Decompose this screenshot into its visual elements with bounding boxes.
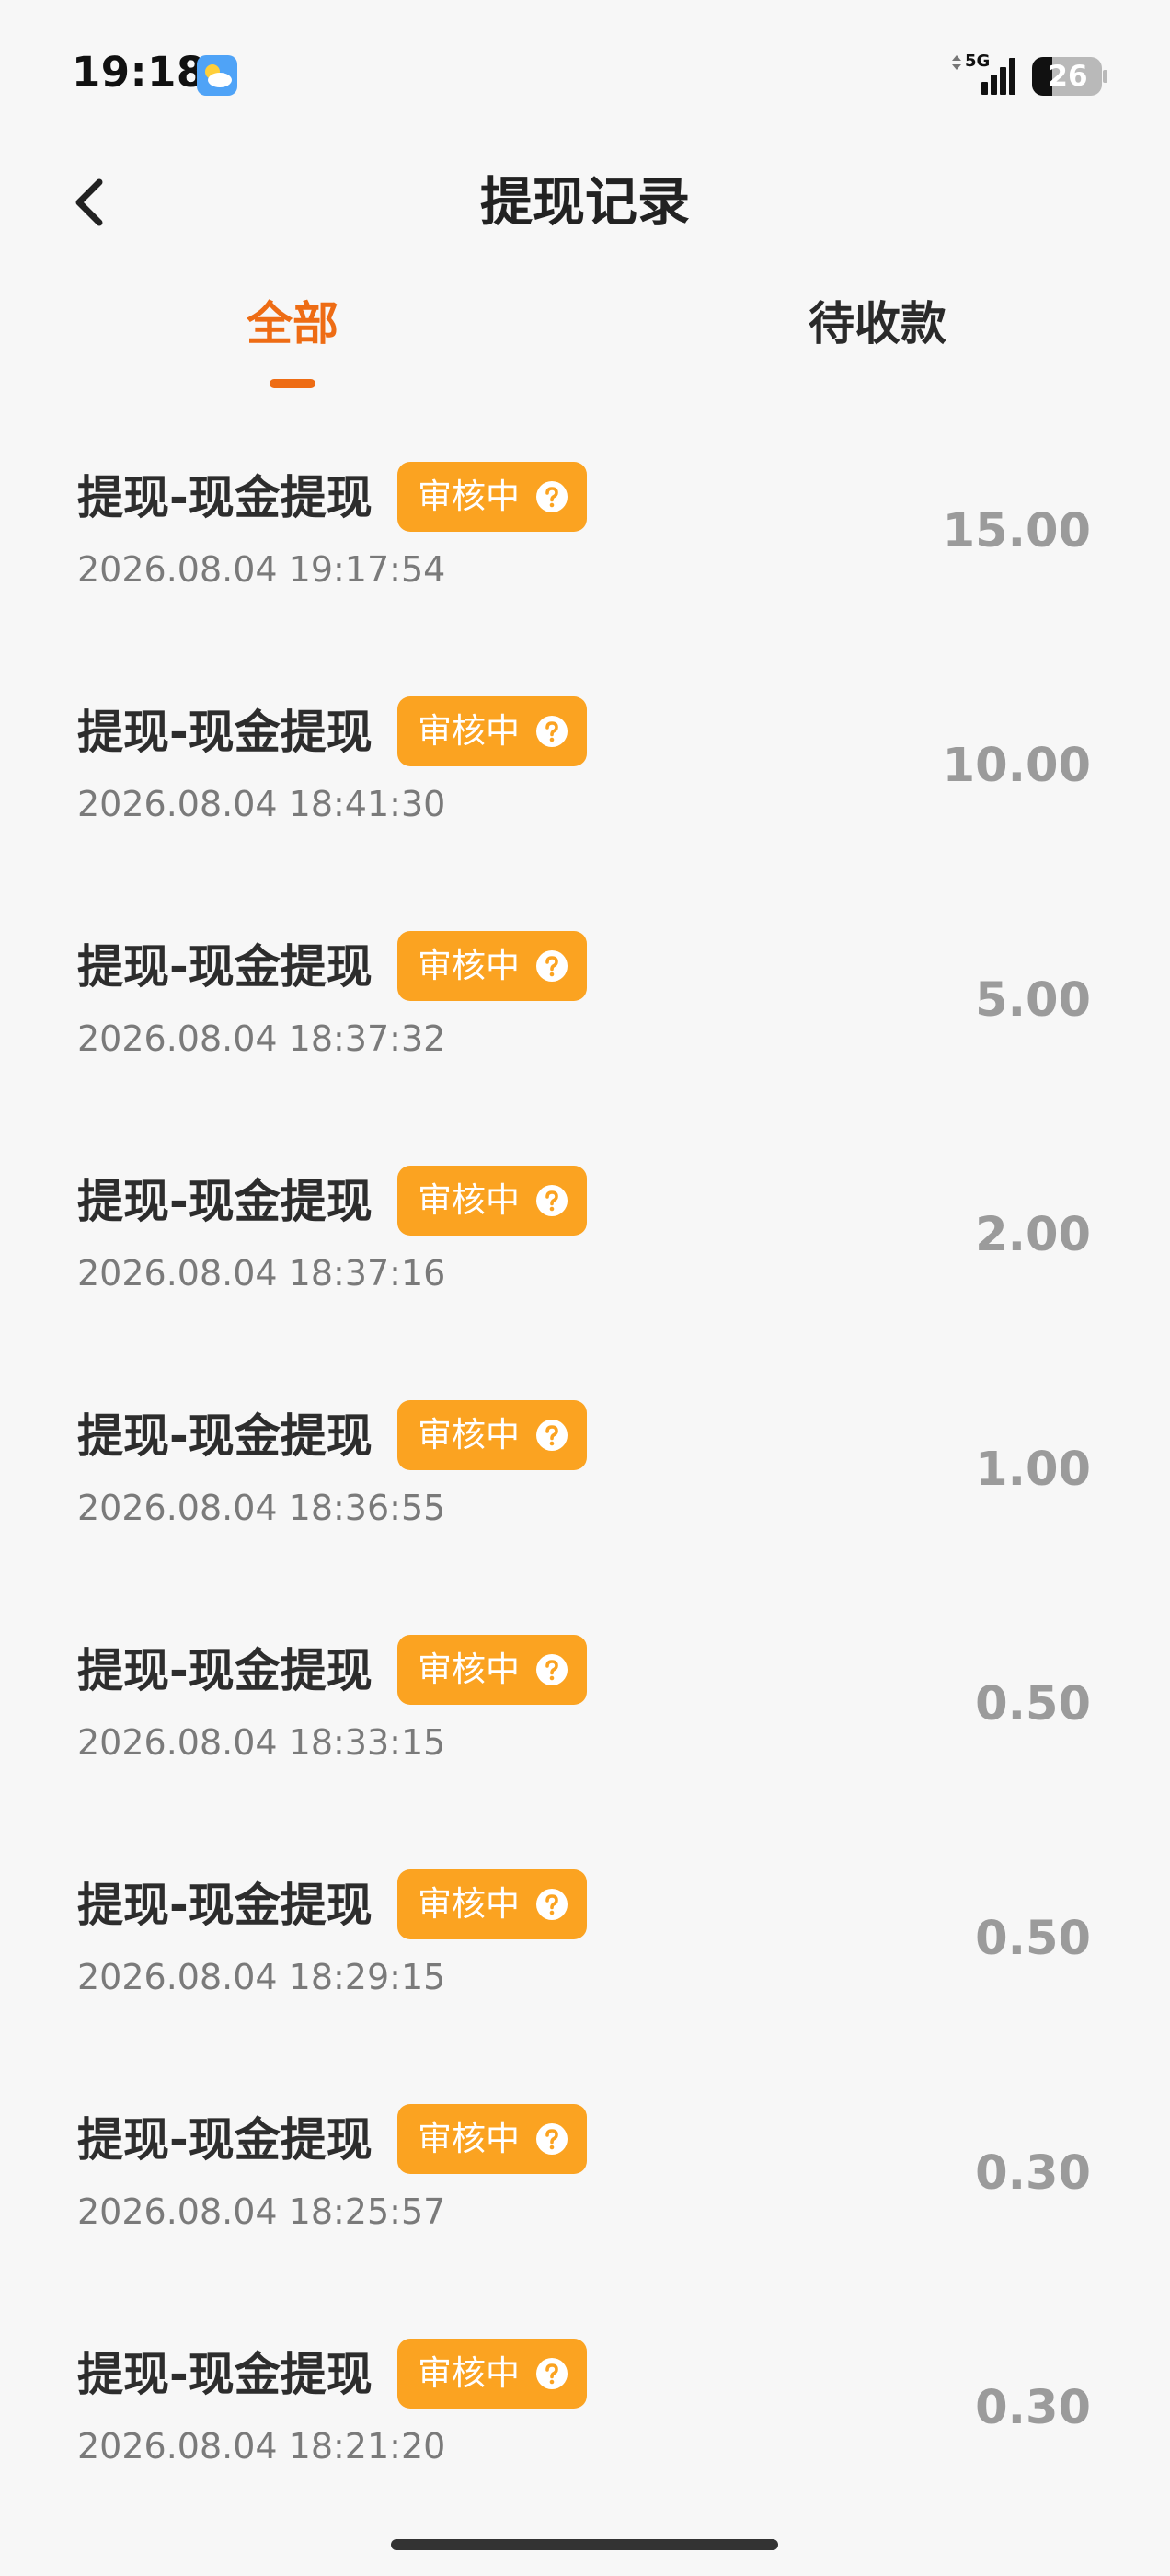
record-item[interactable]: 提现-现金提现 审核中 2026.08.04 18:41:30 10.00 xyxy=(0,667,1170,902)
status-label: 审核中 xyxy=(418,1650,520,1689)
record-title: 提现-现金提现 xyxy=(77,1409,373,1463)
question-icon xyxy=(536,1185,568,1216)
status-label: 审核中 xyxy=(418,1415,520,1455)
record-item[interactable]: 提现-现金提现 审核中 2026.08.04 18:36:55 1.00 xyxy=(0,1371,1170,1605)
status-label: 审核中 xyxy=(418,946,520,985)
record-item[interactable]: 提现-现金提现 审核中 2026.08.04 18:21:20 0.30 xyxy=(0,2309,1170,2544)
status-badge[interactable]: 审核中 xyxy=(397,2104,587,2174)
status-badge[interactable]: 审核中 xyxy=(397,1400,587,1470)
chevron-left-icon xyxy=(75,178,103,226)
tab-pending[interactable]: 待收款 xyxy=(731,276,1024,396)
record-amount: 0.50 xyxy=(975,1912,1091,1966)
record-title: 提现-现金提现 xyxy=(77,940,373,994)
tab-all-label: 全部 xyxy=(247,297,338,351)
tab-all[interactable]: 全部 xyxy=(146,276,439,396)
record-time: 2026.08.04 18:25:57 xyxy=(77,2191,446,2232)
record-title: 提现-现金提现 xyxy=(77,1879,373,1932)
record-time: 2026.08.04 18:36:55 xyxy=(77,1488,446,1528)
status-badge[interactable]: 审核中 xyxy=(397,2339,587,2409)
weather-icon xyxy=(197,55,237,96)
status-badge[interactable]: 审核中 xyxy=(397,462,587,532)
status-badge[interactable]: 审核中 xyxy=(397,696,587,766)
question-icon xyxy=(536,950,568,982)
record-item[interactable]: 提现-现金提现 审核中 2026.08.04 18:33:15 0.50 xyxy=(0,1605,1170,1840)
record-item[interactable]: 提现-现金提现 审核中 2026.08.04 18:37:16 2.00 xyxy=(0,1136,1170,1371)
status-time: 19:18 xyxy=(72,48,206,97)
record-title: 提现-现金提现 xyxy=(77,471,373,524)
record-time: 2026.08.04 18:41:30 xyxy=(77,784,446,824)
record-title: 提现-现金提现 xyxy=(77,2113,373,2167)
back-button[interactable] xyxy=(57,167,127,237)
question-icon xyxy=(536,1654,568,1685)
status-badge[interactable]: 审核中 xyxy=(397,1166,587,1236)
record-time: 2026.08.04 18:37:16 xyxy=(77,1253,446,1294)
question-icon xyxy=(536,1889,568,1920)
status-bar: 19:18 5G 26 xyxy=(0,0,1170,147)
record-title: 提现-现金提现 xyxy=(77,1175,373,1228)
record-amount: 2.00 xyxy=(975,1208,1091,1262)
record-amount: 0.30 xyxy=(975,2146,1091,2201)
record-time: 2026.08.04 19:17:54 xyxy=(77,549,446,590)
record-title: 提现-现金提现 xyxy=(77,1644,373,1697)
record-time: 2026.08.04 18:33:15 xyxy=(77,1722,446,1763)
record-amount: 0.50 xyxy=(975,1677,1091,1731)
record-title: 提现-现金提现 xyxy=(77,2348,373,2401)
status-badge[interactable]: 审核中 xyxy=(397,1869,587,1939)
tab-bar: 全部 待收款 xyxy=(0,276,1170,396)
status-label: 审核中 xyxy=(418,2119,520,2158)
active-tab-indicator xyxy=(270,379,315,388)
question-icon xyxy=(536,1420,568,1451)
record-item[interactable]: 提现-现金提现 审核中 2026.08.04 18:29:15 0.50 xyxy=(0,1840,1170,2075)
status-badge[interactable]: 审核中 xyxy=(397,931,587,1001)
record-time: 2026.08.04 18:37:32 xyxy=(77,1018,446,1059)
record-item[interactable]: 提现-现金提现 审核中 2026.08.04 18:37:32 5.00 xyxy=(0,902,1170,1136)
record-time: 2026.08.04 18:29:15 xyxy=(77,1957,446,1997)
record-amount: 0.30 xyxy=(975,2381,1091,2435)
record-item[interactable]: 提现-现金提现 审核中 2026.08.04 18:25:57 0.30 xyxy=(0,2075,1170,2309)
record-amount: 10.00 xyxy=(942,739,1091,793)
status-label: 审核中 xyxy=(418,477,520,516)
question-icon xyxy=(536,481,568,512)
withdrawal-record-list: 提现-现金提现 审核中 2026.08.04 19:17:54 15.00 提现… xyxy=(0,432,1170,2544)
question-icon xyxy=(536,2358,568,2389)
page-title: 提现记录 xyxy=(480,172,690,233)
status-badge[interactable]: 审核中 xyxy=(397,1635,587,1705)
signal-icon: 5G xyxy=(952,52,1015,95)
record-item[interactable]: 提现-现金提现 审核中 2026.08.04 19:17:54 15.00 xyxy=(0,432,1170,667)
battery-level: 26 xyxy=(1048,60,1088,93)
home-indicator[interactable] xyxy=(391,2539,778,2550)
record-title: 提现-现金提现 xyxy=(77,706,373,759)
record-amount: 5.00 xyxy=(975,973,1091,1028)
record-amount: 15.00 xyxy=(942,504,1091,558)
tab-pending-label: 待收款 xyxy=(809,297,946,351)
record-amount: 1.00 xyxy=(975,1443,1091,1497)
status-label: 审核中 xyxy=(418,1180,520,1220)
status-label: 审核中 xyxy=(418,1884,520,1924)
question-icon xyxy=(536,2123,568,2155)
question-icon xyxy=(536,716,568,747)
network-label: 5G xyxy=(965,52,990,71)
record-time: 2026.08.04 18:21:20 xyxy=(77,2426,446,2467)
nav-bar: 提现记录 xyxy=(0,147,1170,258)
status-label: 审核中 xyxy=(418,2353,520,2393)
status-label: 审核中 xyxy=(418,711,520,751)
